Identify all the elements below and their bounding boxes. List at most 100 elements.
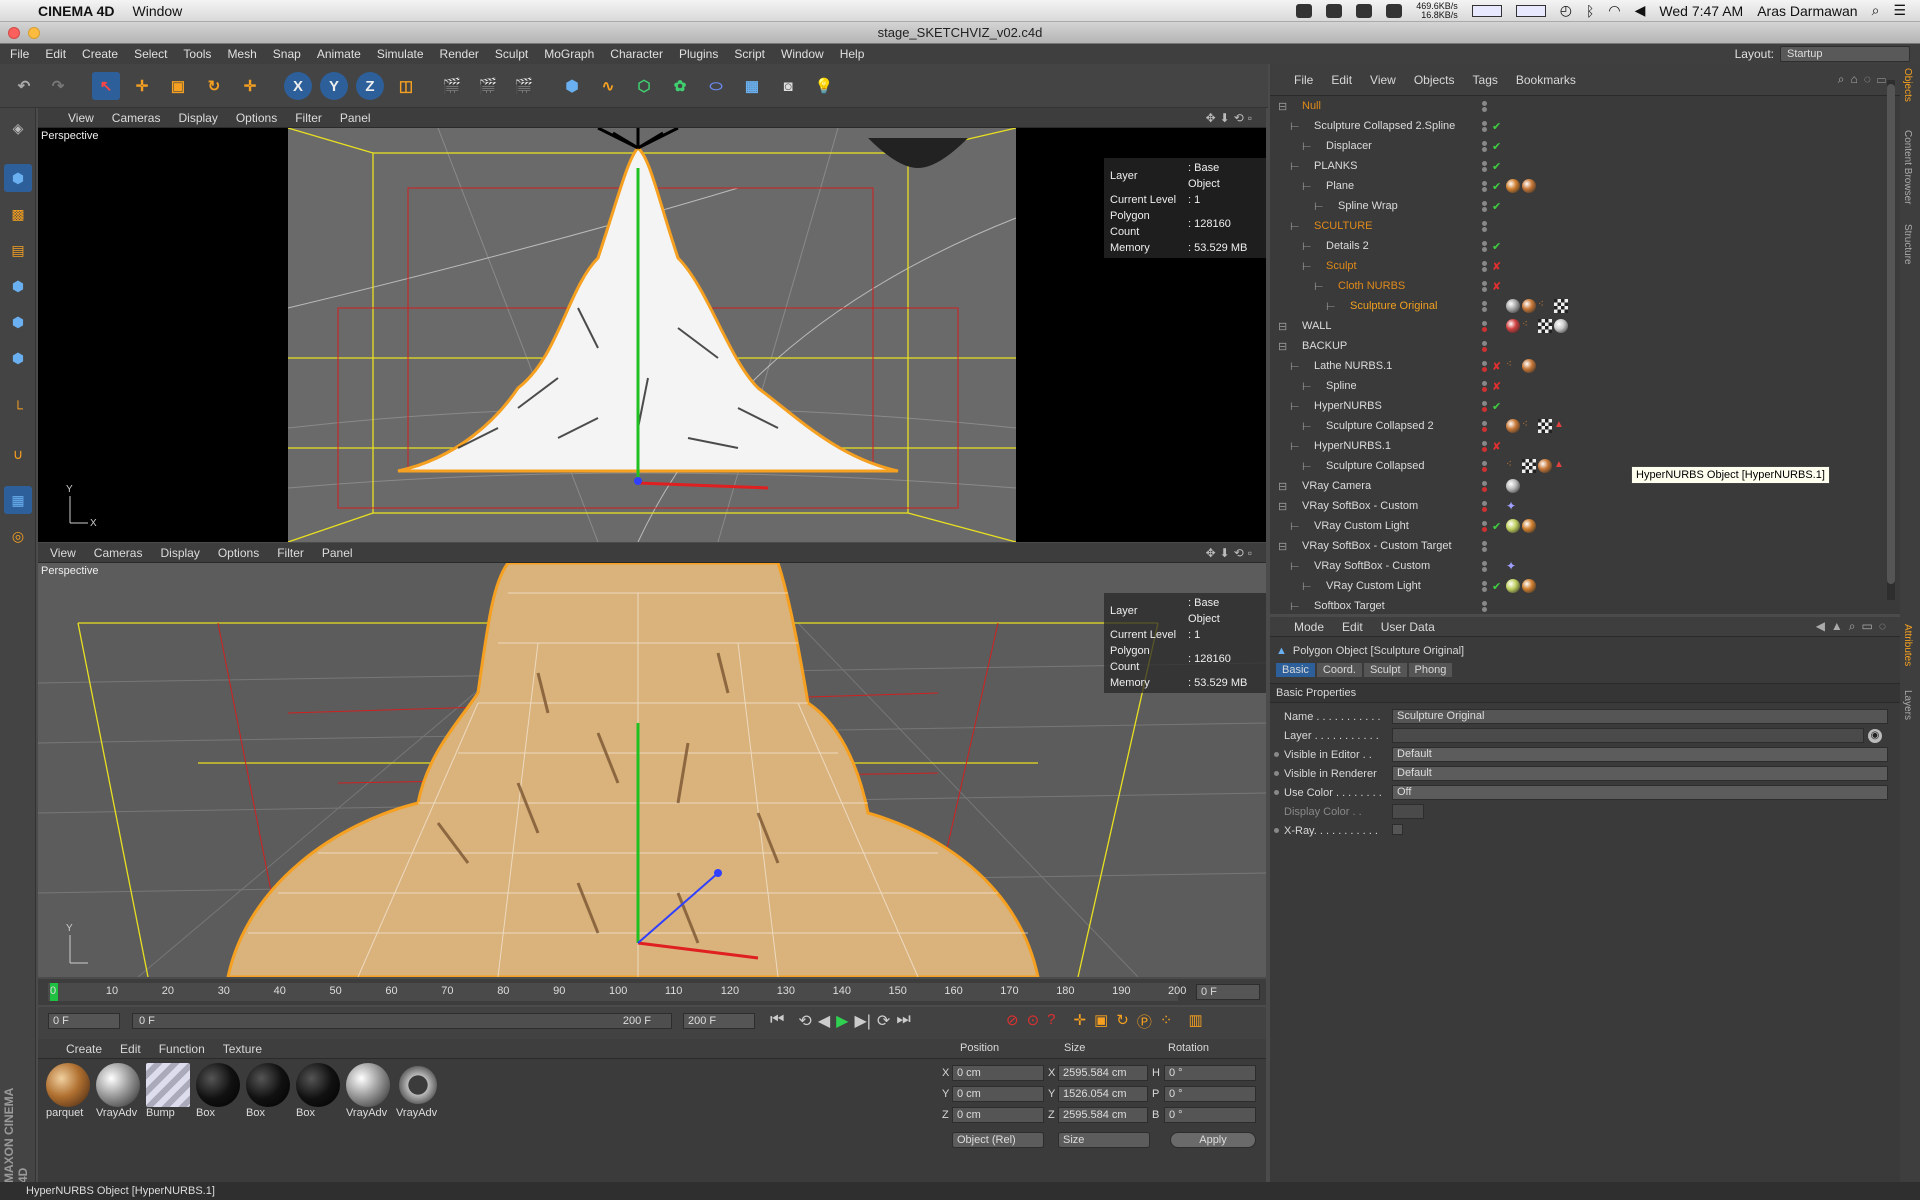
layer-link-icon[interactable]: ◉ xyxy=(1868,729,1882,743)
material-tag-icon[interactable]: ✦ xyxy=(1506,499,1520,513)
material-tag-icon[interactable] xyxy=(1506,419,1520,433)
disabled-cross-icon[interactable]: ✘ xyxy=(1492,360,1501,373)
coordinate-system-icon[interactable]: ◫ xyxy=(392,72,420,100)
menu-render[interactable]: Render xyxy=(440,47,479,61)
key-pla-icon[interactable]: ⁘ xyxy=(1160,1011,1173,1032)
menu-simulate[interactable]: Simulate xyxy=(377,47,424,61)
render-visibility-dot[interactable] xyxy=(1482,207,1487,212)
render-visibility-dot[interactable] xyxy=(1482,187,1487,192)
render-visibility-dot[interactable] xyxy=(1482,567,1487,572)
prev-key-icon[interactable]: ⟲ xyxy=(798,1011,811,1031)
visible-renderer-dropdown[interactable]: Default xyxy=(1392,766,1888,781)
editor-visibility-dot[interactable] xyxy=(1482,581,1487,586)
editor-visibility-dot[interactable] xyxy=(1482,261,1487,266)
size-y-field[interactable]: 1526.054 cm xyxy=(1058,1086,1148,1102)
render-visibility-dot[interactable] xyxy=(1482,227,1487,232)
vp-menu-display[interactable]: Display xyxy=(178,111,217,125)
vp-menu-cameras[interactable]: Cameras xyxy=(112,111,161,125)
pos-x-field[interactable]: 0 cm xyxy=(952,1065,1044,1081)
floor-icon[interactable]: ▦ xyxy=(738,72,766,100)
current-frame-field[interactable]: 0 F xyxy=(1196,984,1260,1000)
object-row[interactable]: ⊢ Spline ✘ xyxy=(1270,376,1900,396)
viewport-top-canvas[interactable]: YX Perspective Layer: Base Object Curren… xyxy=(38,128,1266,542)
nurbs-icon[interactable]: ⬡ xyxy=(630,72,658,100)
material-tag-icon[interactable] xyxy=(1506,579,1520,593)
editor-visibility-dot[interactable] xyxy=(1482,461,1487,466)
vp-menu-panel[interactable]: Panel xyxy=(340,111,371,125)
object-row[interactable]: ⊢ Sculpture Collapsed 2.Spline ✔ xyxy=(1270,116,1900,136)
editor-visibility-dot[interactable] xyxy=(1482,281,1487,286)
menu-mograph[interactable]: MoGraph xyxy=(544,47,594,61)
editor-visibility-dot[interactable] xyxy=(1482,141,1487,146)
anim-dot-icon[interactable] xyxy=(1274,828,1279,833)
enabled-check-icon[interactable]: ✔ xyxy=(1492,180,1501,193)
render-visibility-dot[interactable] xyxy=(1482,467,1487,472)
folder-icon[interactable] xyxy=(1326,3,1343,18)
camera-icon[interactable]: ◙ xyxy=(774,72,802,100)
render-visibility-dot[interactable] xyxy=(1482,147,1487,152)
vp2-menu-display[interactable]: Display xyxy=(160,546,199,560)
render-visibility-dot[interactable] xyxy=(1482,607,1487,612)
size-x-field[interactable]: 2595.584 cm xyxy=(1058,1065,1148,1081)
coord-size-mode-dropdown[interactable]: Size xyxy=(1058,1132,1150,1148)
tab-objects[interactable]: Objects xyxy=(1902,68,1913,102)
vp-menu-options[interactable]: Options xyxy=(236,111,277,125)
object-row[interactable]: ⊢ Cloth NURBS ✘ xyxy=(1270,276,1900,296)
render-visibility-dot[interactable] xyxy=(1482,347,1487,352)
material-swatch[interactable]: Bump xyxy=(146,1063,192,1119)
next-frame-icon[interactable]: ▶| xyxy=(854,1011,870,1031)
rot-h-field[interactable]: 0 ° xyxy=(1164,1065,1256,1081)
editor-visibility-dot[interactable] xyxy=(1482,241,1487,246)
evernote-icon[interactable] xyxy=(1296,3,1313,18)
wifi-icon[interactable]: ◠ xyxy=(1608,2,1620,19)
material-tag-icon[interactable] xyxy=(1522,179,1536,193)
start-frame-field[interactable]: 0 F xyxy=(48,1013,120,1029)
vp2-menu-options[interactable]: Options xyxy=(218,546,259,560)
disabled-cross-icon[interactable]: ✘ xyxy=(1492,260,1501,273)
editor-visibility-dot[interactable] xyxy=(1482,301,1487,306)
material-tag-icon[interactable] xyxy=(1522,359,1536,373)
material-tag-icon[interactable] xyxy=(1538,319,1552,333)
cloner-icon[interactable]: ✿ xyxy=(666,72,694,100)
spotlight-icon[interactable]: ⌕ xyxy=(1872,2,1880,19)
editor-visibility-dot[interactable] xyxy=(1482,421,1487,426)
material-tag-icon[interactable]: ⁖ xyxy=(1506,359,1520,373)
apply-button[interactable]: Apply xyxy=(1170,1132,1256,1148)
tab-basic[interactable]: Basic xyxy=(1276,663,1315,677)
editor-visibility-dot[interactable] xyxy=(1482,181,1487,186)
material-swatch[interactable]: VrayAdv xyxy=(396,1063,442,1119)
visible-editor-dropdown[interactable]: Default xyxy=(1392,747,1888,762)
workplane-lock-icon[interactable]: ▦ xyxy=(4,486,32,514)
menu-file[interactable]: File xyxy=(10,47,29,61)
layer-field[interactable] xyxy=(1392,728,1864,743)
mat-menu-function[interactable]: Function xyxy=(159,1042,205,1056)
model-mode-icon[interactable]: ⬢ xyxy=(4,164,32,192)
pos-z-field[interactable]: 0 cm xyxy=(952,1107,1044,1123)
coord-mode-dropdown[interactable]: Object (Rel) xyxy=(952,1132,1044,1148)
deformer-icon[interactable]: ⬭ xyxy=(702,72,730,100)
scale-icon[interactable]: ▣ xyxy=(164,72,192,100)
anim-dot-icon[interactable] xyxy=(1274,771,1279,776)
enabled-check-icon[interactable]: ✔ xyxy=(1492,200,1501,213)
menu-help[interactable]: Help xyxy=(840,47,865,61)
material-tag-icon[interactable] xyxy=(1522,299,1536,313)
planar-workplane-icon[interactable]: ◎ xyxy=(4,522,32,550)
viewport-nav-icons[interactable]: ✥⬇⟲▫ xyxy=(1206,111,1266,125)
editor-visibility-dot[interactable] xyxy=(1482,521,1487,526)
editor-visibility-dot[interactable] xyxy=(1482,121,1487,126)
menu-sculpt[interactable]: Sculpt xyxy=(495,47,528,61)
tab-attributes[interactable]: Attributes xyxy=(1902,624,1913,666)
disabled-cross-icon[interactable]: ✘ xyxy=(1492,440,1501,453)
object-row[interactable]: ⊟ WALL ⁖ xyxy=(1270,316,1900,336)
live-selection-icon[interactable]: ↖ xyxy=(92,72,120,100)
editor-visibility-dot[interactable] xyxy=(1482,321,1487,326)
material-tag-icon[interactable] xyxy=(1538,459,1552,473)
object-row[interactable]: ⊟ VRay SoftBox - Custom ✦ xyxy=(1270,496,1900,516)
goto-start-icon[interactable]: ⏮ xyxy=(770,1011,784,1031)
material-tag-icon[interactable] xyxy=(1522,579,1536,593)
vp2-menu-panel[interactable]: Panel xyxy=(322,546,353,560)
render-view-icon[interactable]: 🎬 xyxy=(438,72,466,100)
next-key-icon[interactable]: ⟳ xyxy=(877,1011,890,1031)
material-swatch[interactable]: parquet xyxy=(46,1063,92,1119)
object-row[interactable]: ⊢ VRay SoftBox - Custom ✦ xyxy=(1270,556,1900,576)
